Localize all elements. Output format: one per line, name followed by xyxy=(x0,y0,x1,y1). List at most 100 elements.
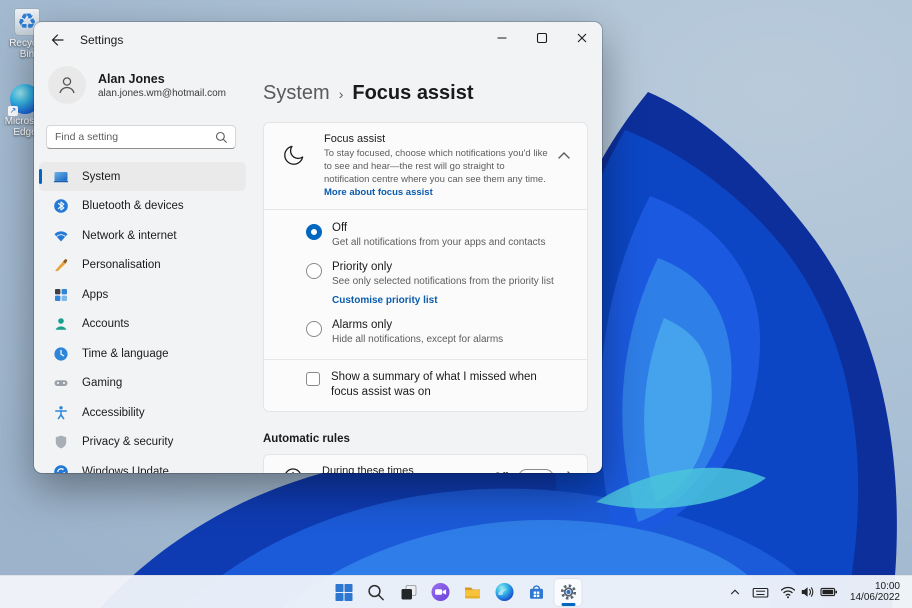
search-icon xyxy=(368,584,384,600)
titlebar: Settings xyxy=(34,22,602,58)
settings-sidebar: System Bluetooth & devices Network & int… xyxy=(39,162,246,473)
person-icon xyxy=(59,77,75,94)
focus-assist-options: Off Get all notifications from your apps… xyxy=(264,210,587,359)
accessibility-icon xyxy=(53,405,69,421)
search-box[interactable] xyxy=(46,125,236,149)
profile-email: alan.jones.wm@hotmail.com xyxy=(98,87,226,99)
sidebar-item-accounts[interactable]: Accounts xyxy=(39,310,246,339)
chevron-up-icon[interactable] xyxy=(557,151,571,160)
search-input[interactable] xyxy=(47,131,215,143)
maximize-icon xyxy=(536,32,548,44)
tray-date: 14/06/2022 xyxy=(849,592,900,603)
sidebar-item-windows-update[interactable]: Windows Update xyxy=(39,457,246,473)
sidebar-item-personalisation[interactable]: Personalisation xyxy=(39,251,246,280)
breadcrumb-separator: › xyxy=(338,86,344,102)
settings-button[interactable] xyxy=(554,578,582,606)
active-indicator xyxy=(39,169,42,184)
customise-priority-list-link[interactable]: Customise priority list xyxy=(332,295,554,306)
breadcrumb-system[interactable]: System xyxy=(263,82,330,105)
taskbar-search-button[interactable] xyxy=(363,579,390,606)
minimize-button[interactable] xyxy=(482,22,522,54)
page-title: Focus assist xyxy=(352,82,474,104)
sidebar-item-apps[interactable]: Apps xyxy=(39,280,246,309)
battery-icon xyxy=(820,587,837,597)
chat-icon xyxy=(431,583,449,601)
hidden-icons-button[interactable] xyxy=(723,579,747,606)
focus-assist-expander[interactable]: Focus assist To stay focused, choose whi… xyxy=(264,123,587,209)
privacy-icon xyxy=(53,434,69,450)
personalisation-icon xyxy=(53,257,69,273)
settings-window: Settings Alan Jones alan.jones.wm@hotmai… xyxy=(34,22,602,473)
sidebar-item-accessibility[interactable]: Accessibility xyxy=(39,398,246,427)
store-button[interactable] xyxy=(523,579,550,606)
microsoft-store-icon xyxy=(529,585,543,599)
system-icon xyxy=(53,169,69,185)
summary-checkbox-row[interactable]: Show a summary of what I missed when foc… xyxy=(264,360,587,411)
tray-time: 10:00 xyxy=(874,580,900,592)
back-button[interactable] xyxy=(42,27,72,53)
sidebar-item-privacy-security[interactable]: Privacy & security xyxy=(39,428,246,457)
option-off[interactable]: Off Get all notifications from your apps… xyxy=(306,222,573,248)
breadcrumb: System › Focus assist xyxy=(263,82,474,105)
radio-priority-only[interactable] xyxy=(306,263,322,279)
close-icon xyxy=(577,33,587,43)
focus-assist-description: To stay focused, choose which notificati… xyxy=(324,148,548,198)
moon-icon xyxy=(282,143,306,167)
more-about-focus-assist-link[interactable]: More about focus assist xyxy=(324,187,433,198)
accounts-icon xyxy=(53,316,69,332)
sidebar-item-gaming[interactable]: Gaming xyxy=(39,369,246,398)
focus-assist-card: Focus assist To stay focused, choose whi… xyxy=(263,122,588,412)
settings-main-pane: System › Focus assist Focus assist To st… xyxy=(250,58,602,473)
chat-button[interactable] xyxy=(427,579,454,606)
clock-icon xyxy=(282,466,304,473)
task-view-button[interactable] xyxy=(395,579,422,606)
edge-icon xyxy=(495,583,513,601)
taskbar: 10:00 14/06/2022 xyxy=(0,575,912,608)
file-explorer-button[interactable] xyxy=(459,579,486,606)
sidebar-item-network-internet[interactable]: Network & internet xyxy=(39,221,246,250)
close-button[interactable] xyxy=(562,22,602,54)
start-button[interactable] xyxy=(331,579,358,606)
time-language-icon xyxy=(53,346,69,362)
rule-during-these-times[interactable]: During these times 23:00 - 07:00; Priori… xyxy=(263,454,588,473)
apps-icon xyxy=(53,287,69,303)
toggle-state-label: Off xyxy=(494,471,508,473)
volume-icon xyxy=(801,587,814,597)
profile-name: Alan Jones xyxy=(98,71,165,86)
bluetooth-icon xyxy=(53,198,69,214)
account-profile[interactable]: Alan Jones alan.jones.wm@hotmail.com xyxy=(48,66,248,104)
touch-keyboard-icon xyxy=(752,587,769,598)
sidebar-item-time-language[interactable]: Time & language xyxy=(39,339,246,368)
task-view-icon xyxy=(401,585,416,600)
window-title: Settings xyxy=(80,33,124,47)
touch-keyboard-button[interactable] xyxy=(747,579,774,606)
sidebar-item-bluetooth-devices[interactable]: Bluetooth & devices xyxy=(39,192,246,221)
wifi-icon xyxy=(780,586,795,599)
file-explorer-icon xyxy=(464,587,480,599)
focus-assist-title: Focus assist xyxy=(324,133,386,145)
network-icon xyxy=(53,228,69,244)
minimize-icon xyxy=(497,37,507,39)
chevron-right-icon[interactable] xyxy=(566,470,575,473)
settings-gear-icon xyxy=(560,584,576,600)
radio-off-selected[interactable] xyxy=(306,224,322,240)
option-priority-only[interactable]: Priority only See only selected notifica… xyxy=(306,261,573,306)
chevron-up-icon xyxy=(730,589,740,595)
avatar xyxy=(48,66,86,104)
windows-update-icon xyxy=(53,464,69,473)
search-icon xyxy=(215,131,228,144)
edge-button[interactable] xyxy=(491,579,518,606)
maximize-button[interactable] xyxy=(522,22,562,54)
shortcut-arrow-icon: ↗ xyxy=(8,106,18,116)
gaming-icon xyxy=(53,375,69,391)
sidebar-item-system[interactable]: System xyxy=(39,162,246,191)
radio-alarms-only[interactable] xyxy=(306,321,322,337)
automatic-rules-heading: Automatic rules xyxy=(263,433,350,445)
during-these-times-toggle[interactable] xyxy=(518,468,554,473)
option-alarms-only[interactable]: Alarms only Hide all notifications, exce… xyxy=(306,319,573,345)
windows-start-icon xyxy=(335,583,353,601)
summary-checkbox[interactable] xyxy=(306,372,320,386)
clock-date[interactable]: 10:00 14/06/2022 xyxy=(844,581,908,604)
back-arrow-icon xyxy=(51,34,64,46)
quick-settings-button[interactable] xyxy=(774,585,844,599)
